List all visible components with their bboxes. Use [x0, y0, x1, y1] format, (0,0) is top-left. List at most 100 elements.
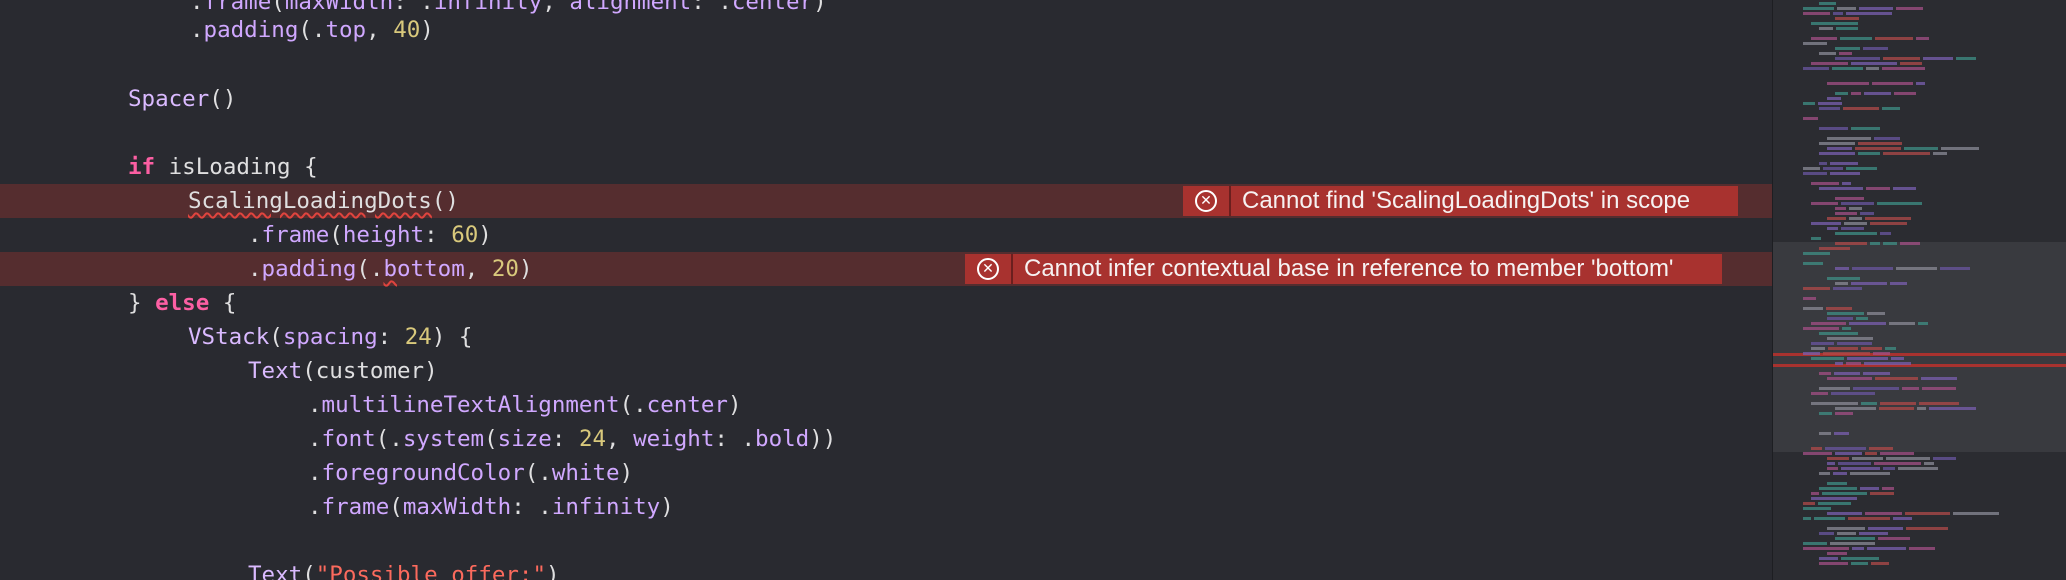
- minimap-token: [1803, 352, 1820, 355]
- minimap-token: [1835, 407, 1876, 410]
- error-icon[interactable]: ✕: [965, 254, 1013, 284]
- minimap-token: [1833, 12, 1843, 15]
- minimap-token: [1859, 7, 1893, 10]
- minimap-token: [1878, 537, 1910, 540]
- minimap-token: [1882, 67, 1925, 70]
- minimap-token: [1956, 57, 1976, 60]
- minimap-token: [1819, 142, 1855, 145]
- minimap-token: [1803, 252, 1830, 255]
- minimap-token: [1883, 57, 1920, 60]
- code-line[interactable]: VStack(spacing: 24) {: [0, 320, 1772, 354]
- code-line[interactable]: .font(.system(size: 24, weight: .bold)): [0, 422, 1772, 456]
- minimap-token: [1819, 372, 1831, 375]
- minimap-token: [1827, 512, 1862, 515]
- minimap-token: [1835, 537, 1875, 540]
- minimap[interactable]: [1772, 0, 2066, 580]
- code-line[interactable]: .multilineTextAlignment(.center): [0, 388, 1772, 422]
- minimap-token: [1893, 517, 1912, 520]
- error-annotation[interactable]: ✕ Cannot infer contextual base in refere…: [965, 254, 1722, 284]
- minimap-token: [1827, 97, 1841, 100]
- minimap-token: [1811, 402, 1858, 405]
- minimap-token: [1803, 542, 1827, 545]
- minimap-token: [1827, 377, 1872, 380]
- minimap-token: [1891, 357, 1904, 360]
- code-line[interactable]: } else {: [0, 286, 1772, 320]
- error-line[interactable]: .padding(.bottom, 20) ✕ Cannot infer con…: [0, 252, 1772, 286]
- minimap-token: [1830, 172, 1860, 175]
- minimap-token: [1803, 42, 1827, 45]
- minimap-token: [1811, 182, 1839, 185]
- code-line[interactable]: .frame(maxWidth: .infinity): [0, 490, 1772, 524]
- minimap-token: [1900, 62, 1922, 65]
- minimap-token: [1933, 152, 1947, 155]
- minimap-token: [1819, 127, 1848, 130]
- error-icon[interactable]: ✕: [1183, 186, 1231, 216]
- minimap-token: [1827, 467, 1838, 470]
- minimap-token: [1819, 532, 1834, 535]
- minimap-token: [1856, 317, 1868, 320]
- minimap-token: [1909, 547, 1935, 550]
- code-line[interactable]: .padding(.top, 40): [0, 13, 1772, 47]
- minimap-token: [1819, 332, 1858, 335]
- minimap-token: [1827, 227, 1838, 230]
- error-line[interactable]: ScalingLoadingDots() ✕ Cannot find 'Scal…: [0, 184, 1772, 218]
- minimap-token: [1880, 402, 1916, 405]
- error-annotation[interactable]: ✕ Cannot find 'ScalingLoadingDots' in sc…: [1183, 186, 1739, 216]
- minimap-token: [1868, 527, 1903, 530]
- minimap-token: [1811, 447, 1822, 450]
- minimap-token: [1819, 162, 1827, 165]
- minimap-token: [1830, 542, 1875, 545]
- minimap-token: [1860, 487, 1879, 490]
- minimap-token: [1825, 447, 1866, 450]
- minimap-token: [1929, 407, 1976, 410]
- minimap-token: [1900, 242, 1920, 245]
- minimap-token: [1835, 92, 1848, 95]
- code-editor[interactable]: .frame(maxWidth: .infinity, alignment: .…: [0, 0, 1772, 580]
- minimap-token: [1847, 357, 1888, 360]
- minimap-token: [1863, 47, 1888, 50]
- minimap-token: [1803, 502, 1815, 505]
- minimap-token: [1803, 287, 1830, 290]
- code-line[interactable]: .frame(height: 60): [0, 218, 1772, 252]
- minimap-token: [1803, 12, 1830, 15]
- minimap-token: [1896, 7, 1923, 10]
- minimap-token: [1803, 452, 1832, 455]
- minimap-token: [1896, 267, 1937, 270]
- error-message: Cannot infer contextual base in referenc…: [1013, 254, 1722, 284]
- code-line[interactable]: if isLoading {: [0, 150, 1772, 184]
- minimap-token: [1833, 472, 1847, 475]
- code-line[interactable]: Spacer(): [0, 82, 1772, 116]
- minimap-token: [1835, 267, 1849, 270]
- minimap-token: [1822, 492, 1867, 495]
- minimap-token: [1835, 232, 1877, 235]
- minimap-token: [1819, 412, 1832, 415]
- minimap-token: [1832, 67, 1863, 70]
- minimap-token: [1851, 127, 1880, 130]
- minimap-token: [1819, 152, 1855, 155]
- minimap-token: [1851, 562, 1868, 565]
- code-line[interactable]: Text("Possible offer:"): [0, 558, 1772, 580]
- minimap-token: [1877, 202, 1922, 205]
- minimap-token: [1869, 447, 1893, 450]
- code-line[interactable]: .foregroundColor(.white): [0, 456, 1772, 490]
- code-line[interactable]: Text(customer): [0, 354, 1772, 388]
- minimap-token: [1827, 337, 1873, 340]
- minimap-token: [1866, 187, 1890, 190]
- minimap-token: [1827, 217, 1846, 220]
- minimap-token: [1838, 462, 1871, 465]
- minimap-token: [1860, 212, 1874, 215]
- minimap-token: [1902, 387, 1919, 390]
- minimap-token: [1811, 237, 1821, 240]
- minimap-token: [1886, 457, 1930, 460]
- minimap-token: [1831, 392, 1875, 395]
- minimap-token: [1904, 147, 1938, 150]
- minimap-token: [1871, 562, 1889, 565]
- minimap-token: [1841, 202, 1874, 205]
- minimap-token: [1803, 172, 1827, 175]
- minimap-token: [1803, 327, 1839, 330]
- minimap-token: [1803, 307, 1823, 310]
- minimap-token: [1841, 227, 1864, 230]
- minimap-token: [1865, 217, 1911, 220]
- minimap-token: [1865, 452, 1877, 455]
- minimap-token: [1811, 357, 1844, 360]
